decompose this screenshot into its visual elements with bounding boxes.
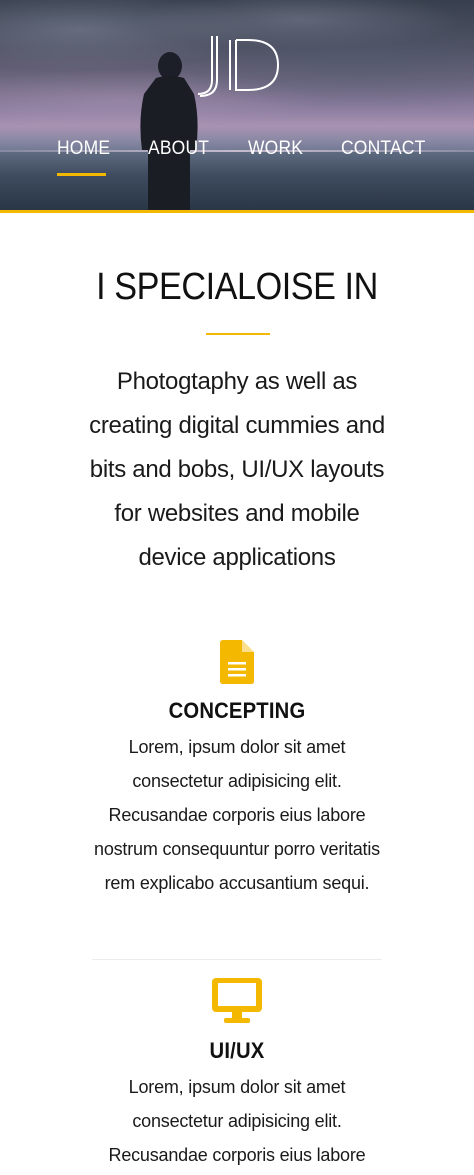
specialise-title: I SPECIALOISE IN [96,266,378,308]
document-icon [220,640,254,684]
nav-active-indicator [57,173,106,176]
specialise-text: Photogtaphy as well as creating digital … [89,368,385,571]
jd-logo[interactable] [190,32,286,98]
service-concepting: CONCEPTING Lorem, ipsum dolor sit amet c… [87,640,387,900]
service-title: CONCEPTING [168,698,306,723]
nav-item-work[interactable]: WORK [248,136,303,162]
service-title: UI/UX [209,1038,265,1063]
nav-item-home[interactable]: HOME [57,136,110,162]
service-divider [92,959,382,960]
service-description: Lorem, ipsum dolor sit amet consectetur … [94,737,380,893]
hero-header: HOME ABOUT WORK CONTACT [0,0,474,213]
nav-item-about[interactable]: ABOUT [148,136,209,162]
title-divider [206,333,270,335]
main-nav: HOME ABOUT WORK CONTACT [0,136,474,176]
service-description: Lorem, ipsum dolor sit amet consectetur … [108,1077,366,1165]
service-uiux: UI/UX Lorem, ipsum dolor sit amet consec… [87,978,387,1172]
nav-item-contact[interactable]: CONTACT [341,136,425,162]
desktop-icon [212,978,262,1023]
